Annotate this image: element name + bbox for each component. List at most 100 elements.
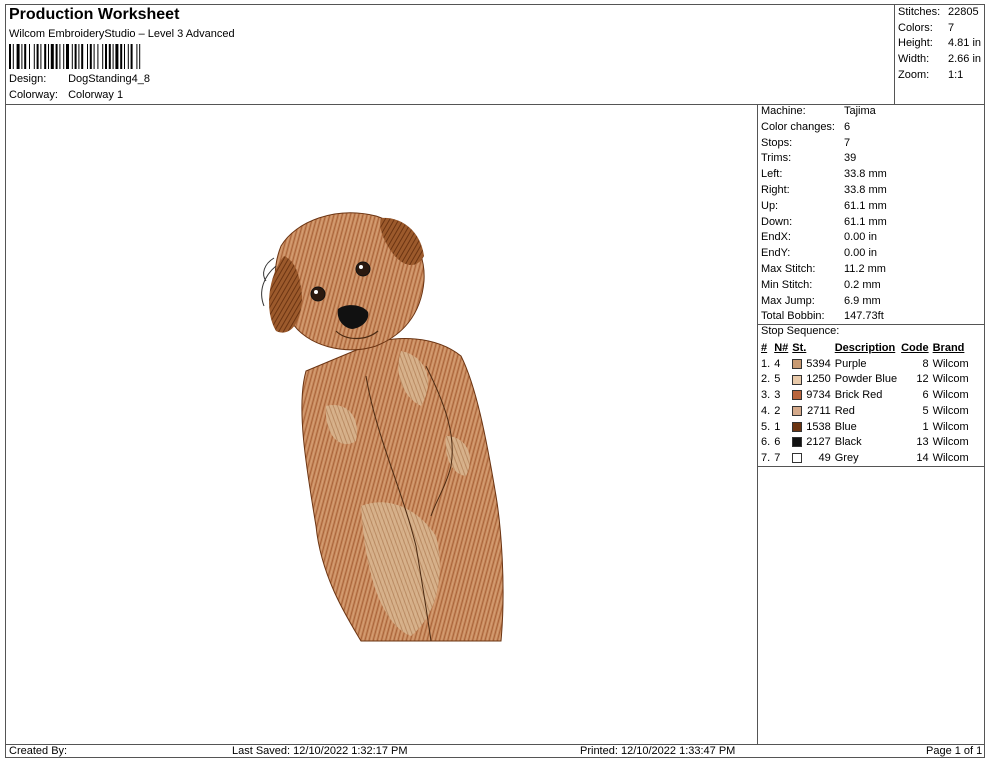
swatch <box>790 451 804 467</box>
table-row: 2. 5 1250 Powder Blue 12 Wilcom <box>759 372 971 388</box>
seq-num: 6. <box>761 436 771 449</box>
stop-sequence-title: Stop Sequence: <box>761 325 840 337</box>
seq-brand: Wilcom <box>932 404 969 417</box>
page-title: Production Worksheet <box>9 6 180 23</box>
detail-row: EndX: 0.00 in <box>761 230 887 246</box>
swatch <box>790 404 804 420</box>
page-number: Page 1 of 1 <box>926 745 983 757</box>
table-header-row: # N# St. Description Code Brand <box>759 341 971 357</box>
detail-label: Max Stitch: <box>761 262 816 275</box>
stitches-value: 22805 <box>948 6 979 18</box>
height-label: Height: <box>898 37 933 50</box>
detail-label: Stops: <box>761 136 793 149</box>
colors-value: 7 <box>948 21 955 34</box>
seq-num: 4. <box>761 404 771 417</box>
seq-needle: 2 <box>774 404 781 417</box>
detail-value: 0.2 mm <box>844 278 881 291</box>
detail-value: 147.73ft <box>844 310 884 323</box>
detail-value: 61.1 mm <box>844 215 887 228</box>
detail-value: 33.8 mm <box>844 168 887 181</box>
detail-row: Left: 33.8 mm <box>761 167 887 183</box>
swatch <box>790 435 804 451</box>
detail-value: 39 <box>844 152 857 165</box>
summary-divider <box>894 4 895 104</box>
width-label: Width: <box>898 53 930 66</box>
detail-value: 6 <box>844 120 851 133</box>
seq-code: 12 <box>916 373 929 386</box>
detail-row: Max Stitch: 11.2 mm <box>761 262 887 278</box>
seq-description: Red <box>834 404 855 417</box>
col-brand: Brand <box>932 342 965 354</box>
detail-row: EndY: 0.00 in <box>761 246 887 262</box>
detail-value: Tajima <box>844 105 876 117</box>
table-row: 7. 7 49 Grey 14 Wilcom <box>759 451 971 467</box>
zoom-label: Zoom: <box>898 68 930 81</box>
machine-details: Machine: Tajima Color changes: 6 Stops: 7 T… <box>761 104 887 325</box>
detail-row: Up: 61.1 mm <box>761 199 887 215</box>
seq-brand: Wilcom <box>932 389 969 402</box>
seq-needle: 5 <box>774 373 781 386</box>
seq-description: Powder Blue <box>834 373 898 386</box>
colorway-label: Colorway: <box>9 89 58 101</box>
seq-code: 13 <box>916 436 929 449</box>
color-swatch <box>792 390 803 401</box>
seq-code: 5 <box>922 404 929 417</box>
color-swatch <box>792 421 803 432</box>
table-row: 4. 2 2711 Red 5 Wilcom <box>759 404 971 420</box>
seq-needle: 6 <box>774 436 781 449</box>
detail-row: Machine: Tajima <box>761 104 887 120</box>
seq-description: Grey <box>834 451 859 464</box>
col-n: N# <box>774 342 789 354</box>
seq-brand: Wilcom <box>932 451 969 464</box>
detail-label: Min Stitch: <box>761 278 813 291</box>
swatch <box>790 388 804 404</box>
seq-brand: Wilcom <box>932 420 969 433</box>
footer-divider <box>5 744 985 745</box>
detail-label: Right: <box>761 183 790 196</box>
detail-label: EndX: <box>761 231 791 244</box>
seq-num: 1. <box>761 357 771 370</box>
swatch <box>790 357 804 373</box>
seq-num: 7. <box>761 451 771 464</box>
width-value: 2.66 in <box>948 53 982 66</box>
seq-num: 2. <box>761 373 771 386</box>
table-row: 6. 6 2127 Black 13 Wilcom <box>759 435 971 451</box>
detail-label: Trims: <box>761 152 792 165</box>
seq-brand: Wilcom <box>932 373 969 386</box>
seq-stitches: 9734 <box>806 389 831 402</box>
printed-date: Printed: 12/10/2022 1:33:47 PM <box>580 745 736 757</box>
seq-stitches: 2127 <box>806 436 831 449</box>
seq-num: 5. <box>761 420 771 433</box>
seq-stitches: 49 <box>818 451 831 464</box>
color-swatch <box>792 405 803 416</box>
dog-eye <box>310 286 326 302</box>
detail-row: Down: 61.1 mm <box>761 215 887 231</box>
zoom-value: 1:1 <box>948 68 964 81</box>
col-code: Code <box>901 342 929 354</box>
seq-stitches: 2711 <box>807 404 831 417</box>
detail-label: EndY: <box>761 247 791 260</box>
detail-label: Color changes: <box>761 120 835 133</box>
seq-needle: 4 <box>774 357 781 370</box>
stitches-label: Stitches: <box>898 6 941 18</box>
table-row: 3. 3 9734 Brick Red 6 Wilcom <box>759 388 971 404</box>
detail-value: 61.1 mm <box>844 199 887 212</box>
seq-description: Brick Red <box>834 389 883 402</box>
swatch <box>790 420 804 436</box>
seq-description: Black <box>834 436 862 449</box>
detail-row: Right: 33.8 mm <box>761 183 887 199</box>
detail-label: Max Jump: <box>761 294 815 307</box>
design-label: Design: <box>9 73 47 85</box>
created-by: Created By: <box>9 745 68 757</box>
col-num: # <box>761 342 768 354</box>
detail-label: Machine: <box>761 105 806 117</box>
col-st: St. <box>792 342 807 354</box>
design-row: Design: DogStanding4_8 <box>9 73 150 85</box>
seq-code: 8 <box>922 357 929 370</box>
detail-label: Total Bobbin: <box>761 310 825 323</box>
seq-needle: 1 <box>774 420 781 433</box>
color-swatch <box>792 437 803 448</box>
seq-stitches: 5394 <box>806 357 831 370</box>
col-description: Description <box>834 342 896 354</box>
detail-label: Down: <box>761 215 793 228</box>
